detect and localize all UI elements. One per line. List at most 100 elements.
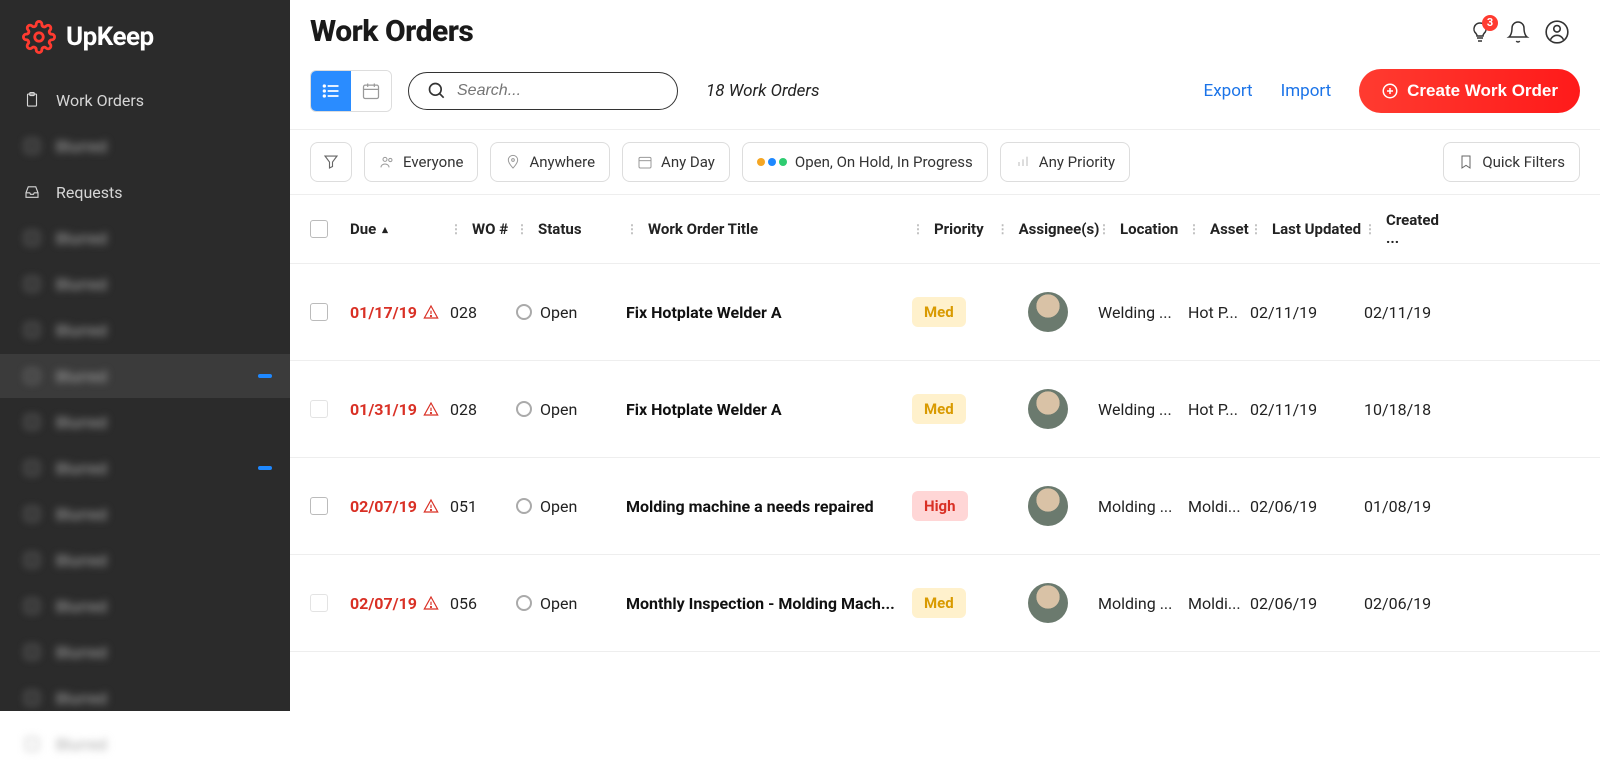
filter-everyone[interactable]: Everyone	[364, 142, 478, 182]
warning-icon	[423, 595, 439, 611]
location-cell: Molding ...	[1098, 594, 1188, 613]
sidebar-item-7[interactable]: Blurred	[0, 400, 290, 444]
select-all-checkbox[interactable]	[310, 220, 328, 238]
location-cell: Welding ...	[1098, 400, 1188, 419]
sidebar-item-label: Blurred	[56, 597, 107, 616]
list-view-button[interactable]	[311, 71, 351, 111]
col-due[interactable]: Due ▴	[350, 220, 450, 238]
sidebar-item-1[interactable]: Blurred	[0, 124, 290, 168]
col-status[interactable]: ⋮Status	[516, 220, 626, 238]
assignee-avatar[interactable]	[1028, 583, 1068, 623]
sidebar-item-label: Blurred	[56, 321, 107, 340]
sidebar-item-6[interactable]: Blurred	[0, 354, 290, 398]
box-icon	[22, 504, 42, 524]
filter-anyday[interactable]: Any Day	[622, 142, 730, 182]
col-created[interactable]: ⋮Created ...	[1364, 211, 1454, 247]
calendar-view-button[interactable]	[351, 71, 391, 111]
bookmark-icon	[1458, 154, 1474, 170]
filter-bar: Everyone Anywhere Any Day Open, On Hold,…	[290, 130, 1600, 195]
export-link[interactable]: Export	[1204, 81, 1253, 101]
table-row[interactable]: 02/07/19 056 Open Monthly Inspection - M…	[290, 555, 1600, 652]
table-row[interactable]: 01/17/19 028 Open Fix Hotplate Welder A …	[290, 264, 1600, 361]
filter-funnel-button[interactable]	[310, 142, 352, 182]
col-wo[interactable]: ⋮WO #	[450, 220, 516, 238]
priority-pill: Med	[912, 394, 966, 424]
row-checkbox[interactable]	[310, 594, 328, 612]
box-icon	[22, 550, 42, 570]
sidebar-item-11[interactable]: Blurred	[0, 584, 290, 628]
sidebar-item-label: Blurred	[56, 459, 107, 478]
created-cell: 10/18/18	[1364, 400, 1454, 419]
updated-cell: 02/06/19	[1250, 497, 1364, 516]
bell-icon[interactable]	[1506, 20, 1530, 44]
priority-pill: Med	[912, 297, 966, 327]
sidebar-item-4[interactable]: Blurred	[0, 262, 290, 306]
table-header: Due ▴ ⋮WO # ⋮Status ⋮Work Order Title ⋮P…	[290, 195, 1600, 264]
sort-caret-icon: ▴	[382, 223, 388, 236]
warning-icon	[423, 304, 439, 320]
sidebar-item-label: Blurred	[56, 551, 107, 570]
status-dots-icon	[757, 158, 787, 166]
sidebar-item-14[interactable]: Blurred	[0, 722, 290, 766]
asset-cell: Moldi...	[1188, 497, 1250, 516]
create-work-order-button[interactable]: Create Work Order	[1359, 69, 1580, 113]
assignee-avatar[interactable]	[1028, 389, 1068, 429]
sidebar-item-9[interactable]: Blurred	[0, 492, 290, 536]
search-input[interactable]	[457, 82, 665, 100]
col-asset[interactable]: ⋮Asset	[1188, 220, 1250, 238]
sidebar-item-label: Blurred	[56, 137, 107, 156]
brand: UpKeep	[0, 12, 290, 72]
assignee-avatar[interactable]	[1028, 292, 1068, 332]
tips-button[interactable]: 3	[1468, 20, 1492, 44]
filter-priority[interactable]: Any Priority	[1000, 142, 1130, 182]
status-circle-icon	[516, 304, 532, 320]
col-priority[interactable]: ⋮Priority	[912, 220, 998, 238]
table-row[interactable]: 01/31/19 028 Open Fix Hotplate Welder A …	[290, 361, 1600, 458]
work-orders-table: Due ▴ ⋮WO # ⋮Status ⋮Work Order Title ⋮P…	[290, 195, 1600, 711]
col-assignee[interactable]: ⋮Assignee(s)	[998, 220, 1098, 238]
pin-icon	[505, 154, 521, 170]
wo-number: 028	[450, 400, 516, 419]
import-link[interactable]: Import	[1281, 81, 1332, 101]
status-circle-icon	[516, 498, 532, 514]
sidebar-item-3[interactable]: Blurred	[0, 216, 290, 260]
row-checkbox[interactable]	[310, 400, 328, 418]
asset-cell: Moldi...	[1188, 594, 1250, 613]
row-checkbox[interactable]	[310, 303, 328, 321]
sidebar-item-13[interactable]: Blurred	[0, 676, 290, 720]
col-updated[interactable]: ⋮Last Updated	[1250, 220, 1364, 238]
col-title[interactable]: ⋮Work Order Title	[626, 220, 912, 238]
profile-icon[interactable]	[1544, 19, 1570, 45]
brand-name: UpKeep	[66, 22, 154, 52]
sidebar-item-2[interactable]: Requests	[0, 170, 290, 214]
quick-filters-button[interactable]: Quick Filters	[1443, 142, 1580, 182]
location-cell: Welding ...	[1098, 303, 1188, 322]
sidebar-item-8[interactable]: Blurred	[0, 446, 290, 490]
sidebar-item-10[interactable]: Blurred	[0, 538, 290, 582]
row-checkbox[interactable]	[310, 497, 328, 515]
wo-number: 056	[450, 594, 516, 613]
status-cell: Open	[516, 594, 626, 613]
wo-number: 028	[450, 303, 516, 322]
filter-status[interactable]: Open, On Hold, In Progress	[742, 142, 988, 182]
sidebar-item-label: Blurred	[56, 689, 107, 708]
work-order-count: 18 Work Orders	[706, 81, 820, 101]
sidebar-item-0[interactable]: Work Orders	[0, 78, 290, 122]
col-location[interactable]: ⋮Location	[1098, 220, 1188, 238]
work-order-title: Fix Hotplate Welder A	[626, 400, 782, 419]
box-icon	[22, 458, 42, 478]
box-icon	[22, 412, 42, 432]
sidebar-item-12[interactable]: Blurred	[0, 630, 290, 674]
assignee-avatar[interactable]	[1028, 486, 1068, 526]
filter-anywhere[interactable]: Anywhere	[490, 142, 610, 182]
status-circle-icon	[516, 401, 532, 417]
location-cell: Molding ...	[1098, 497, 1188, 516]
table-row[interactable]: 02/07/19 051 Open Molding machine a need…	[290, 458, 1600, 555]
sidebar-item-label: Blurred	[56, 367, 107, 386]
sidebar-item-5[interactable]: Blurred	[0, 308, 290, 352]
page-title: Work Orders	[310, 14, 473, 49]
due-date: 01/17/19	[350, 303, 417, 322]
search-box[interactable]	[408, 72, 678, 110]
sidebar-item-label: Blurred	[56, 229, 107, 248]
sidebar-item-label: Blurred	[56, 275, 107, 294]
